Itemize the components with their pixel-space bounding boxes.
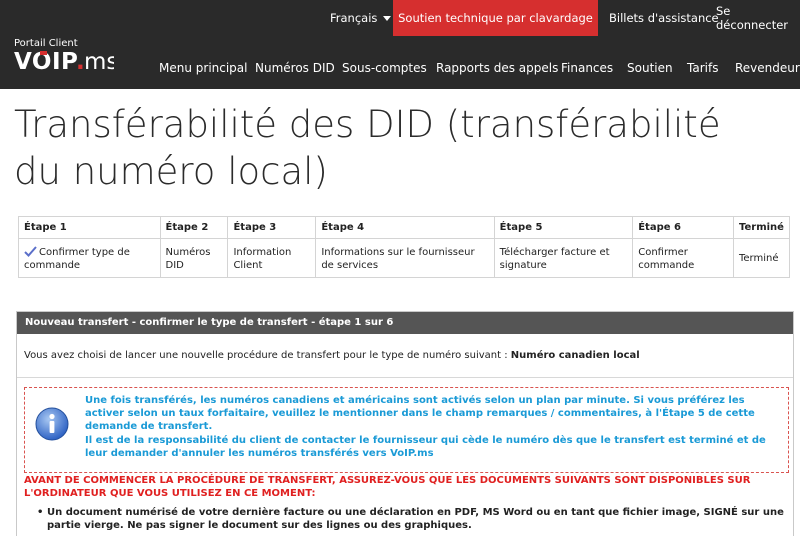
transfer-panel: Nouveau transfert - confirmer le type de… [16,311,794,536]
voipms-logo[interactable]: VOIP . ms [14,48,114,72]
step-header: Étape 4 [315,216,495,239]
steps-header-row: Étape 1 Étape 2 Étape 3 Étape 4 Étape 5 … [18,216,790,239]
support-tickets-link[interactable]: Billets d'assistance [609,0,719,36]
info-notice: Une fois transférés, les numéros canadie… [24,387,789,473]
warning-text: AVANT DE COMMENCER LA PROCÉDURE DE TRANS… [24,475,751,499]
nav-revendeur[interactable]: Revendeur [735,61,800,75]
step-header: Étape 1 [18,216,161,239]
bullet-icon: • [37,507,44,518]
step-cell: Confirmer commande [632,238,734,278]
caret-down-icon [383,15,392,21]
step-cell: Numéros DID [159,238,229,278]
step-cell-current: Confirmer type de commande [18,238,161,278]
step-cell: Télécharger facture et signature [493,238,634,278]
step-header: Étape 6 [632,216,734,239]
checkmark-icon [24,246,37,257]
nav-soutien[interactable]: Soutien [627,61,673,75]
info-icon [35,407,69,441]
nav-tarifs[interactable]: Tarifs [687,61,718,75]
intro-text: Vous avez choisi de lancer une nouvelle … [24,350,508,361]
step-header: Étape 5 [493,216,634,239]
page-title: Transférabilité des DID (transférabilité… [14,103,721,193]
nav-numeros-did[interactable]: Numéros DID [255,61,335,75]
step-cell: Information Client [227,238,317,278]
notice-paragraph: Une fois transférés, les numéros canadie… [85,395,755,432]
steps-row: Confirmer type de commande Numéros DID I… [18,238,790,278]
step-cell: Informations sur le fournisseur de servi… [315,238,495,278]
nav-finances[interactable]: Finances [561,61,613,75]
language-label: Français [330,11,378,25]
chat-support-button[interactable]: Soutien technique par clavardage [393,0,598,36]
svg-text:ms: ms [84,49,114,72]
steps-table: Étape 1 Étape 2 Étape 3 Étape 4 Étape 5 … [18,216,790,278]
step-header: Terminé [733,216,790,239]
panel-header: Nouveau transfert - confirmer le type de… [17,312,793,334]
list-item-text: Un document numérisé de votre dernière f… [47,507,784,531]
top-header: Français Soutien technique par clavardag… [0,0,800,89]
number-type: Numéro canadien local [510,350,640,361]
language-selector[interactable]: Français [330,0,392,36]
step-header: Étape 2 [159,216,229,239]
logout-link[interactable]: Se déconnecter [716,0,800,36]
step-cell: Terminé [733,238,790,278]
step-cell-label: Confirmer type de commande [24,247,130,271]
notice-paragraph: Il est de la responsabilité du client de… [85,435,766,459]
chat-support-label: Soutien technique par clavardage [398,11,593,25]
nav-menu-principal[interactable]: Menu principal [159,61,248,75]
nav-rapports-appels[interactable]: Rapports des appels [436,61,558,75]
list-item: • Un document numérisé de votre dernière… [37,506,789,532]
panel-intro: Vous avez choisi de lancer une nouvelle … [17,334,793,378]
step-header: Étape 3 [227,216,317,239]
nav-sous-comptes[interactable]: Sous-comptes [342,61,427,75]
